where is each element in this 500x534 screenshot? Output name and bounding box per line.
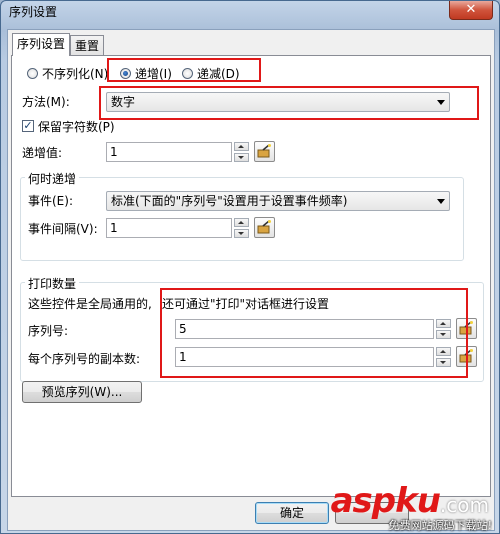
increment-spinner[interactable] (234, 142, 249, 162)
magic-wand-icon (257, 144, 271, 158)
spin-up-icon[interactable] (436, 319, 451, 328)
tab-label: 序列设置 (17, 37, 66, 51)
dialog-window: 序列设置 ✕ 序列设置 重置 不序列化(N) 递增(I) 递减(D) 方法(M)… (0, 0, 500, 534)
tab-label: 重置 (75, 39, 100, 53)
method-dropdown[interactable]: 数字 (106, 92, 450, 112)
increment-wizard-button[interactable] (254, 141, 275, 162)
radio-label-increment: 递增(I) (135, 67, 172, 81)
watermark-caption: 免费网站源码下载站! (388, 519, 492, 532)
interval-wizard-button[interactable] (254, 217, 275, 238)
preview-sequence-button[interactable]: 预览序列(W)... (22, 381, 142, 403)
spin-down-icon[interactable] (436, 330, 451, 339)
interval-input[interactable]: 1 (106, 218, 232, 238)
radio-label-decrement: 递减(D) (197, 67, 240, 81)
interval-label: 事件间隔(V): (28, 222, 98, 236)
watermark-text: aspku (330, 481, 441, 521)
dialog-client-area: 序列设置 重置 不序列化(N) 递增(I) 递减(D) 方法(M): 数字 ✓ … (7, 29, 495, 531)
method-value: 数字 (111, 95, 136, 109)
copies-input[interactable]: 1 (175, 347, 434, 367)
serial-wizard-button[interactable] (456, 318, 477, 339)
method-label: 方法(M): (22, 95, 70, 109)
keep-digits-checkbox[interactable]: ✓ (22, 120, 34, 132)
chevron-down-icon (437, 199, 445, 204)
spin-up-icon[interactable] (234, 142, 249, 151)
keep-digits-label: 保留字符数(P) (38, 120, 115, 134)
tab-sequence-settings[interactable]: 序列设置 (12, 33, 71, 56)
magic-wand-icon (459, 349, 473, 363)
print-quantity-title: 打印数量 (25, 275, 80, 292)
spin-up-icon[interactable] (234, 218, 249, 227)
serial-input[interactable]: 5 (175, 319, 434, 339)
interval-value: 1 (110, 221, 118, 235)
magic-wand-icon (459, 321, 473, 335)
ok-label: 确定 (279, 506, 304, 520)
radio-label-no-sequence: 不序列化(N) (42, 67, 109, 81)
copies-wizard-button[interactable] (456, 346, 477, 367)
interval-spinner[interactable] (234, 218, 249, 238)
spin-up-icon[interactable] (436, 347, 451, 356)
spin-down-icon[interactable] (436, 358, 451, 367)
increment-label: 递增值: (22, 146, 63, 160)
close-icon: ✕ (465, 2, 477, 17)
event-dropdown[interactable]: 标准(下面的"序列号"设置用于设置事件频率) (106, 191, 450, 211)
print-note-prefix: 这些控件是全局通用的, (28, 297, 152, 311)
watermark-logo: aspku.com 免费网站源码下载站! (330, 481, 492, 532)
magic-wand-icon (257, 220, 271, 234)
radio-increment[interactable] (120, 68, 131, 79)
copies-spinner[interactable] (436, 347, 451, 367)
tab-reset[interactable]: 重置 (70, 35, 105, 55)
when-increment-title: 何时递增 (25, 170, 80, 187)
spin-down-icon[interactable] (234, 229, 249, 238)
event-value: 标准(下面的"序列号"设置用于设置事件频率) (111, 194, 348, 208)
increment-input[interactable]: 1 (106, 142, 232, 162)
serial-value: 5 (179, 322, 187, 336)
increment-value: 1 (110, 145, 118, 159)
serial-spinner[interactable] (436, 319, 451, 339)
ok-button[interactable]: 确定 (255, 502, 329, 524)
print-note-suffix: 还可通过"打印"对话框进行设置 (162, 297, 330, 311)
radio-no-sequence[interactable] (27, 68, 38, 79)
chevron-down-icon (437, 100, 445, 105)
event-label: 事件(E): (28, 194, 73, 208)
preview-sequence-label: 预览序列(W)... (41, 385, 123, 399)
close-button[interactable]: ✕ (449, 1, 493, 20)
copies-value: 1 (179, 350, 187, 364)
spin-down-icon[interactable] (234, 153, 249, 162)
copies-label: 每个序列号的副本数: (28, 352, 141, 366)
serial-label: 序列号: (28, 324, 69, 338)
window-title: 序列设置 (9, 5, 58, 19)
title-bar[interactable]: 序列设置 ✕ (1, 1, 499, 23)
radio-decrement[interactable] (182, 68, 193, 79)
tab-panel: 不序列化(N) 递增(I) 递减(D) 方法(M): 数字 ✓ 保留字符数(P)… (11, 55, 491, 497)
watermark-suffix: .com (439, 493, 489, 517)
